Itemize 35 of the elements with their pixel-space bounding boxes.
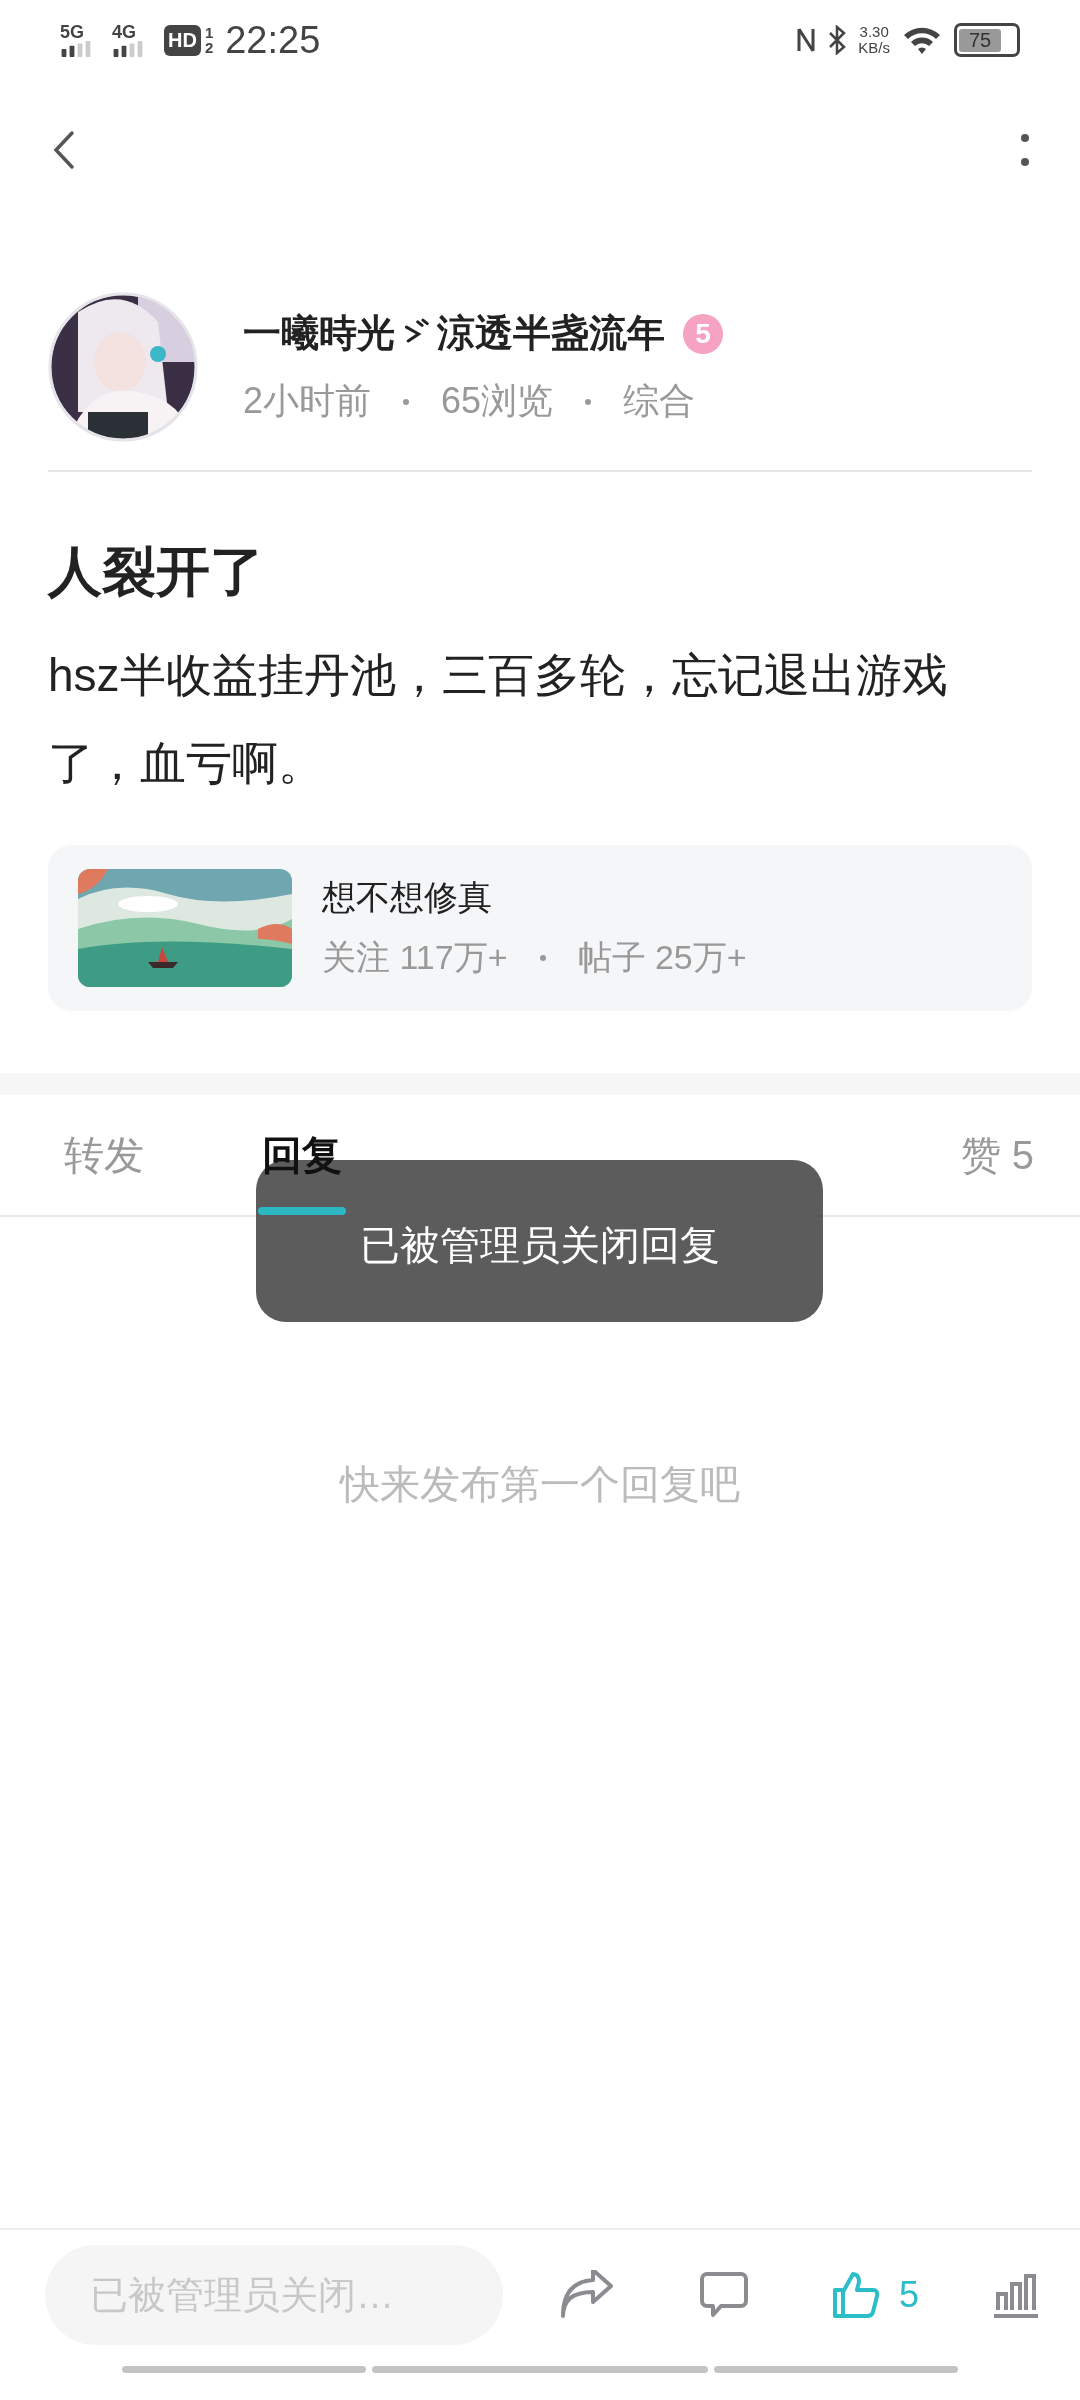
comment-icon[interactable]	[699, 2270, 749, 2320]
more-icon[interactable]	[1020, 133, 1030, 167]
author-name[interactable]: 涼透半盏流年	[437, 308, 665, 359]
signal-icon	[60, 41, 92, 57]
network-label: 5G	[60, 23, 84, 41]
post-title: 人裂开了	[46, 540, 265, 603]
post-body: hsz半收益挂丹池，三百多轮，忘记退出游戏了，血亏啊。	[47, 648, 949, 791]
level-badge: 5	[683, 313, 723, 354]
wifi-icon	[902, 25, 942, 55]
circle-stat: 帖子 25万+	[577, 937, 747, 978]
circle-stat: 关注 117万+	[322, 937, 508, 978]
back-icon[interactable]	[52, 130, 76, 170]
hd-badge: HD	[164, 24, 201, 56]
like-count: 5	[899, 2274, 920, 2316]
post-meta: 65浏览	[441, 379, 554, 423]
battery-level: 75	[959, 28, 1001, 52]
separator-dot	[403, 398, 410, 405]
sim-number: 1	[204, 25, 214, 40]
clock-time: 22:25	[225, 18, 321, 62]
speed-value: 3.30	[859, 24, 889, 40]
bluetooth-icon	[828, 25, 847, 55]
post-meta: 2小时前	[243, 379, 372, 423]
author-name[interactable]: 一曦時光	[243, 308, 395, 359]
network-label: 4G	[112, 23, 136, 41]
speed-unit: KB/s	[858, 40, 890, 56]
sim-number: 2	[204, 40, 214, 55]
empty-message: 快来发布第一个回复吧	[340, 1461, 740, 1507]
post-meta: 综合	[623, 379, 696, 423]
share-icon[interactable]	[559, 2270, 615, 2320]
circle-card[interactable]: 想不想修真 关注 117万+ 帖子 25万+	[48, 845, 1032, 1011]
separator-dot	[585, 398, 592, 405]
thumbs-up-icon[interactable]	[831, 2270, 881, 2320]
circle-name: 想不想修真	[322, 877, 493, 918]
separator-dot	[539, 955, 546, 961]
signal-icon	[112, 41, 144, 57]
